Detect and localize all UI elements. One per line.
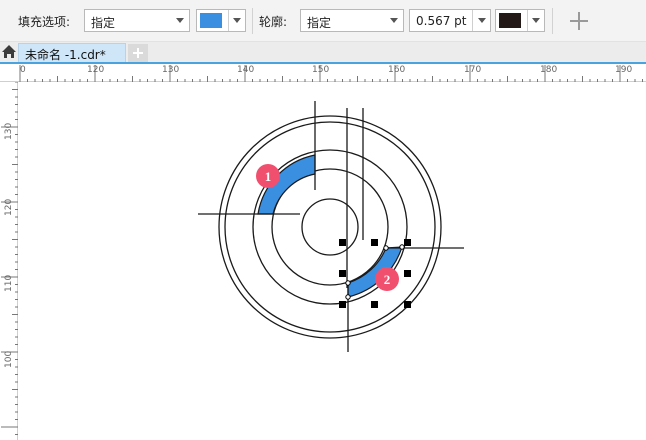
selection-handle[interactable]: [339, 239, 346, 246]
outline-width-dropdown[interactable]: 0.567 pt: [409, 9, 491, 32]
chevron-down-icon[interactable]: [472, 10, 490, 31]
ruler-tick-label: 190: [615, 65, 633, 75]
ruler-tick-label: 140: [237, 65, 255, 75]
ruler-tick-label: 150: [312, 65, 330, 75]
center-circle[interactable]: [301, 198, 359, 256]
fill-options-label: 填充选项:: [18, 15, 71, 29]
ruler-tick-label: 0: [20, 65, 26, 75]
callout-text-1: 1: [265, 169, 272, 184]
ruler-tick-label: 100: [4, 350, 14, 368]
ruler-tick-label: 130: [4, 122, 14, 140]
fill-color-swatch: [200, 13, 222, 28]
coreldraw-window: 填充选项: 指定 轮廓: 指定 0.567 pt 未命名 -1.cdr* 0 1…: [0, 0, 646, 440]
selection-handle[interactable]: [339, 270, 346, 277]
node-point[interactable]: [345, 280, 351, 286]
fill-mode-dropdown[interactable]: 指定: [84, 9, 190, 32]
document-tab-bar: 未命名 -1.cdr*: [0, 42, 646, 64]
selection-handle[interactable]: [339, 301, 346, 308]
toolbar-divider: [252, 8, 253, 34]
add-icon[interactable]: [566, 8, 592, 34]
outline-color-swatch: [499, 13, 521, 28]
new-tab-icon[interactable]: [128, 44, 148, 62]
outline-color-picker[interactable]: [495, 9, 545, 32]
chevron-down-icon[interactable]: [228, 10, 245, 31]
node-point[interactable]: [383, 245, 389, 251]
home-icon[interactable]: [0, 42, 18, 62]
outer-inner-circle[interactable]: [224, 121, 436, 333]
selection-handle[interactable]: [404, 301, 411, 308]
fill-color-picker[interactable]: [196, 9, 246, 32]
selection-handle[interactable]: [371, 239, 378, 246]
outline-mode-dropdown[interactable]: 指定: [300, 9, 404, 32]
selection-handle[interactable]: [371, 301, 378, 308]
ruler-tick-label: 170: [464, 65, 482, 75]
ruler-tick-label: 120: [87, 65, 105, 75]
chevron-down-icon[interactable]: [527, 10, 544, 31]
chevron-down-icon[interactable]: [385, 10, 403, 31]
ruler-tick-label: 160: [388, 65, 406, 75]
node-point[interactable]: [345, 294, 351, 300]
document-tab[interactable]: 未命名 -1.cdr*: [18, 43, 126, 62]
drawing-canvas[interactable]: 1 2: [18, 82, 646, 440]
chevron-down-icon[interactable]: [171, 10, 189, 31]
callout-text-2: 2: [384, 272, 391, 287]
drawing-area[interactable]: 1 2: [18, 82, 646, 440]
fill-mode-value: 指定: [91, 16, 116, 30]
node-point[interactable]: [399, 244, 405, 250]
horizontal-ruler[interactable]: 0 120 130 140 150 160 170 180 190: [0, 64, 646, 82]
property-bar: 填充选项: 指定 轮廓: 指定 0.567 pt: [0, 0, 646, 42]
outline-mode-value: 指定: [307, 16, 332, 30]
ruler-tick-label: 110: [4, 274, 14, 292]
vertical-ruler[interactable]: 130 120 110 100: [0, 82, 18, 440]
outline-width-value: 0.567 pt: [416, 14, 467, 28]
ruler-tick-label: 130: [162, 65, 180, 75]
ruler-tick-label: 120: [4, 198, 14, 216]
selection-handle[interactable]: [404, 239, 411, 246]
ruler-tick-label: 180: [540, 65, 558, 75]
selection-handle[interactable]: [404, 270, 411, 277]
outline-label: 轮廓:: [259, 15, 288, 29]
toolbar-divider: [552, 8, 553, 34]
document-tab-title: 未命名 -1.cdr*: [25, 48, 106, 62]
